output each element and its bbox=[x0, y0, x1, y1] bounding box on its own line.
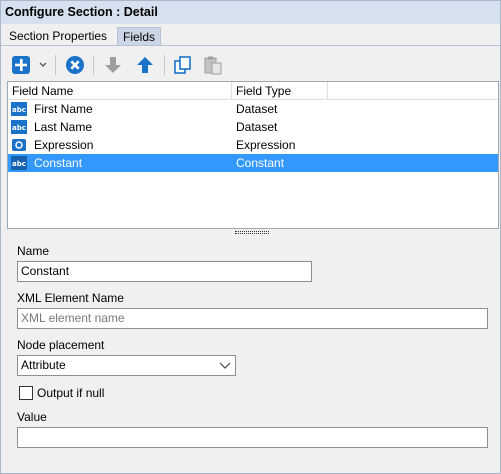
table-row[interactable]: abc Last Name Dataset bbox=[8, 118, 498, 136]
svg-text:abc: abc bbox=[12, 124, 26, 132]
abc-icon: abc bbox=[11, 120, 27, 134]
output-if-null-checkbox[interactable] bbox=[19, 386, 33, 400]
field-type-cell: Expression bbox=[236, 138, 296, 152]
node-placement-label: Node placement bbox=[17, 338, 105, 352]
splitter-handle[interactable] bbox=[235, 231, 269, 234]
field-type-cell: Dataset bbox=[236, 102, 278, 116]
field-type-cell: Dataset bbox=[236, 120, 278, 134]
table-row[interactable]: Expression Expression bbox=[8, 136, 498, 154]
copy-button[interactable] bbox=[171, 53, 195, 77]
tab-strip: Section Properties Fields bbox=[1, 25, 500, 46]
field-name-cell: First Name bbox=[34, 102, 93, 116]
tab-fields[interactable]: Fields bbox=[117, 27, 162, 46]
abc-icon: abc bbox=[11, 156, 27, 170]
copy-icon bbox=[173, 55, 193, 75]
paste-button[interactable] bbox=[201, 53, 225, 77]
table-row-selected[interactable]: abc Constant Constant bbox=[8, 154, 498, 172]
fields-grid: Field Name Field Type abc First Name Dat… bbox=[7, 81, 499, 229]
column-header-field-name[interactable]: Field Name bbox=[8, 82, 232, 100]
column-header-field-type[interactable]: Field Type bbox=[232, 82, 328, 100]
output-if-null-label: Output if null bbox=[37, 386, 105, 400]
xml-element-name-input[interactable]: XML element name bbox=[17, 308, 488, 329]
xml-element-name-label: XML Element Name bbox=[17, 291, 124, 305]
field-name-cell: Constant bbox=[34, 156, 83, 170]
abc-icon: abc bbox=[11, 102, 27, 116]
field-type-cell: Constant bbox=[236, 156, 285, 170]
node-placement-value: Attribute bbox=[21, 358, 66, 372]
configure-section-window: Configure Section : Detail Section Prope… bbox=[0, 0, 501, 474]
chevron-down-icon bbox=[38, 61, 48, 69]
add-button[interactable] bbox=[10, 53, 32, 77]
toolbar bbox=[1, 51, 500, 79]
name-label: Name bbox=[17, 244, 50, 258]
toolbar-separator bbox=[55, 55, 56, 75]
value-label: Value bbox=[17, 410, 47, 424]
move-down-button[interactable] bbox=[101, 53, 125, 77]
move-down-icon bbox=[103, 55, 123, 75]
chevron-down-icon bbox=[219, 359, 231, 371]
field-name-cell: Expression bbox=[34, 138, 94, 152]
grid-header: Field Name Field Type bbox=[8, 82, 498, 100]
add-icon bbox=[11, 55, 31, 75]
tab-divider bbox=[1, 45, 500, 46]
tab-section-properties[interactable]: Section Properties bbox=[4, 27, 112, 45]
expression-icon bbox=[11, 138, 27, 152]
svg-text:abc: abc bbox=[12, 106, 26, 114]
window-title: Configure Section : Detail bbox=[1, 1, 500, 24]
toolbar-separator bbox=[93, 55, 94, 75]
name-input[interactable]: Constant bbox=[17, 261, 312, 282]
add-dropdown-button[interactable] bbox=[37, 53, 49, 77]
table-row[interactable]: abc First Name Dataset bbox=[8, 100, 498, 118]
value-input[interactable] bbox=[17, 427, 488, 448]
svg-text:abc: abc bbox=[12, 160, 26, 168]
toolbar-separator bbox=[164, 55, 165, 75]
delete-icon bbox=[65, 55, 85, 75]
field-name-cell: Last Name bbox=[34, 120, 93, 134]
move-up-button[interactable] bbox=[133, 53, 157, 77]
paste-icon bbox=[203, 55, 223, 75]
delete-button[interactable] bbox=[63, 53, 87, 77]
move-up-icon bbox=[135, 55, 155, 75]
node-placement-select[interactable]: Attribute bbox=[17, 355, 236, 376]
